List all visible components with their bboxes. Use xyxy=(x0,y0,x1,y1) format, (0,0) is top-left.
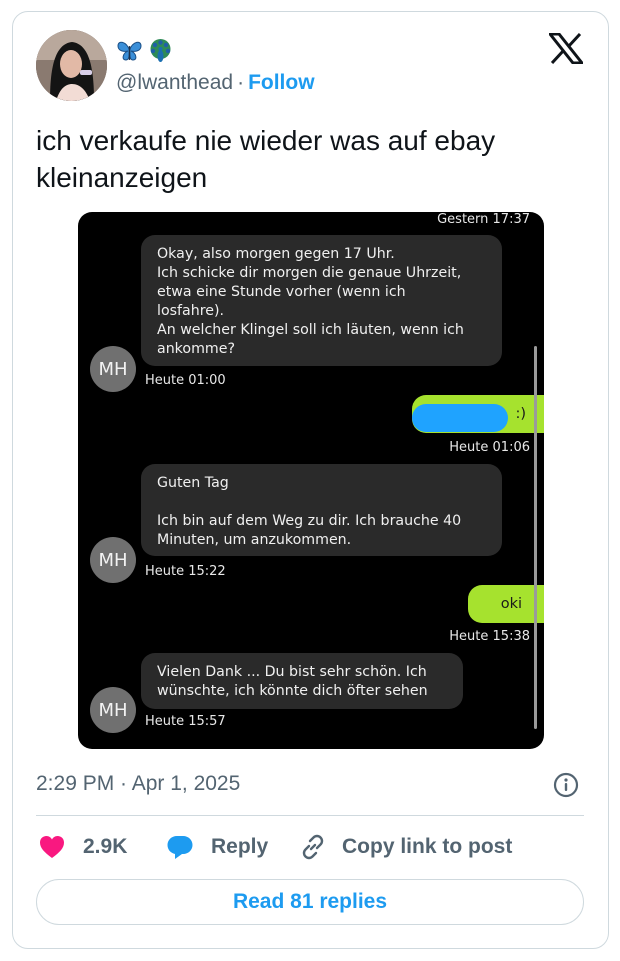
redaction-mark xyxy=(412,404,508,432)
message-time: Heute 15:57 xyxy=(145,714,226,729)
copy-link-label: Copy link to post xyxy=(342,835,513,858)
outgoing-message-text: :) xyxy=(515,405,526,422)
chat-screenshot[interactable]: Gestern 17:37 Okay, also morgen gegen 17… xyxy=(78,212,544,749)
tweet-text: ich verkaufe nie wieder was auf ebay kle… xyxy=(36,125,496,193)
emoji-row xyxy=(116,37,174,64)
link-icon xyxy=(302,834,324,860)
like-count: 2.9K xyxy=(83,835,128,858)
divider xyxy=(36,815,584,816)
message-bubble-outgoing: oki xyxy=(468,585,544,623)
message-time: Heute 15:22 xyxy=(145,564,226,579)
avatar[interactable] xyxy=(36,30,107,101)
read-replies-button[interactable]: Read 81 replies xyxy=(36,879,584,925)
message-bubble-incoming: Guten Tag Ich bin auf dem Weg zu dir. Ic… xyxy=(141,464,502,556)
reply-bubble-icon xyxy=(167,836,193,859)
chat-scrollbar[interactable] xyxy=(534,346,537,729)
sender-avatar: MH xyxy=(90,687,136,733)
action-bar: 2.9K Reply Copy link to post xyxy=(36,830,584,864)
message-bubble-incoming: Vielen Dank ... Du bist sehr schön. Ich … xyxy=(141,653,463,709)
message-time: Heute 01:06 xyxy=(449,440,530,455)
outgoing-message-text: oki xyxy=(500,595,522,612)
tweet-timestamp[interactable]: 2:29 PM · Apr 1, 2025 xyxy=(36,772,240,796)
separator-dot: · xyxy=(237,71,245,94)
x-logo-icon[interactable] xyxy=(546,32,586,65)
user-handle[interactable]: @lwanthead xyxy=(116,71,233,94)
copy-link-button[interactable]: Copy link to post xyxy=(299,830,512,864)
info-icon[interactable] xyxy=(553,772,579,798)
sender-avatar: MH xyxy=(90,346,136,392)
chat-top-timestamp: Gestern 17:37 xyxy=(437,212,530,227)
message-time: Heute 01:00 xyxy=(145,373,226,388)
sender-avatar: MH xyxy=(90,537,136,583)
follow-button[interactable]: Follow xyxy=(248,71,315,94)
like-button[interactable]: 2.9K xyxy=(39,830,127,864)
handle-row: @lwanthead · Follow xyxy=(116,70,315,96)
heart-icon xyxy=(40,836,64,858)
message-bubble-incoming: Okay, also morgen gegen 17 Uhr. Ich schi… xyxy=(141,235,502,366)
butterfly-emoji-icon xyxy=(116,37,143,64)
peacock-emoji-icon xyxy=(147,37,174,64)
message-time: Heute 15:38 xyxy=(449,629,530,644)
reply-button[interactable]: Reply xyxy=(166,830,268,864)
reply-label: Reply xyxy=(211,835,269,858)
